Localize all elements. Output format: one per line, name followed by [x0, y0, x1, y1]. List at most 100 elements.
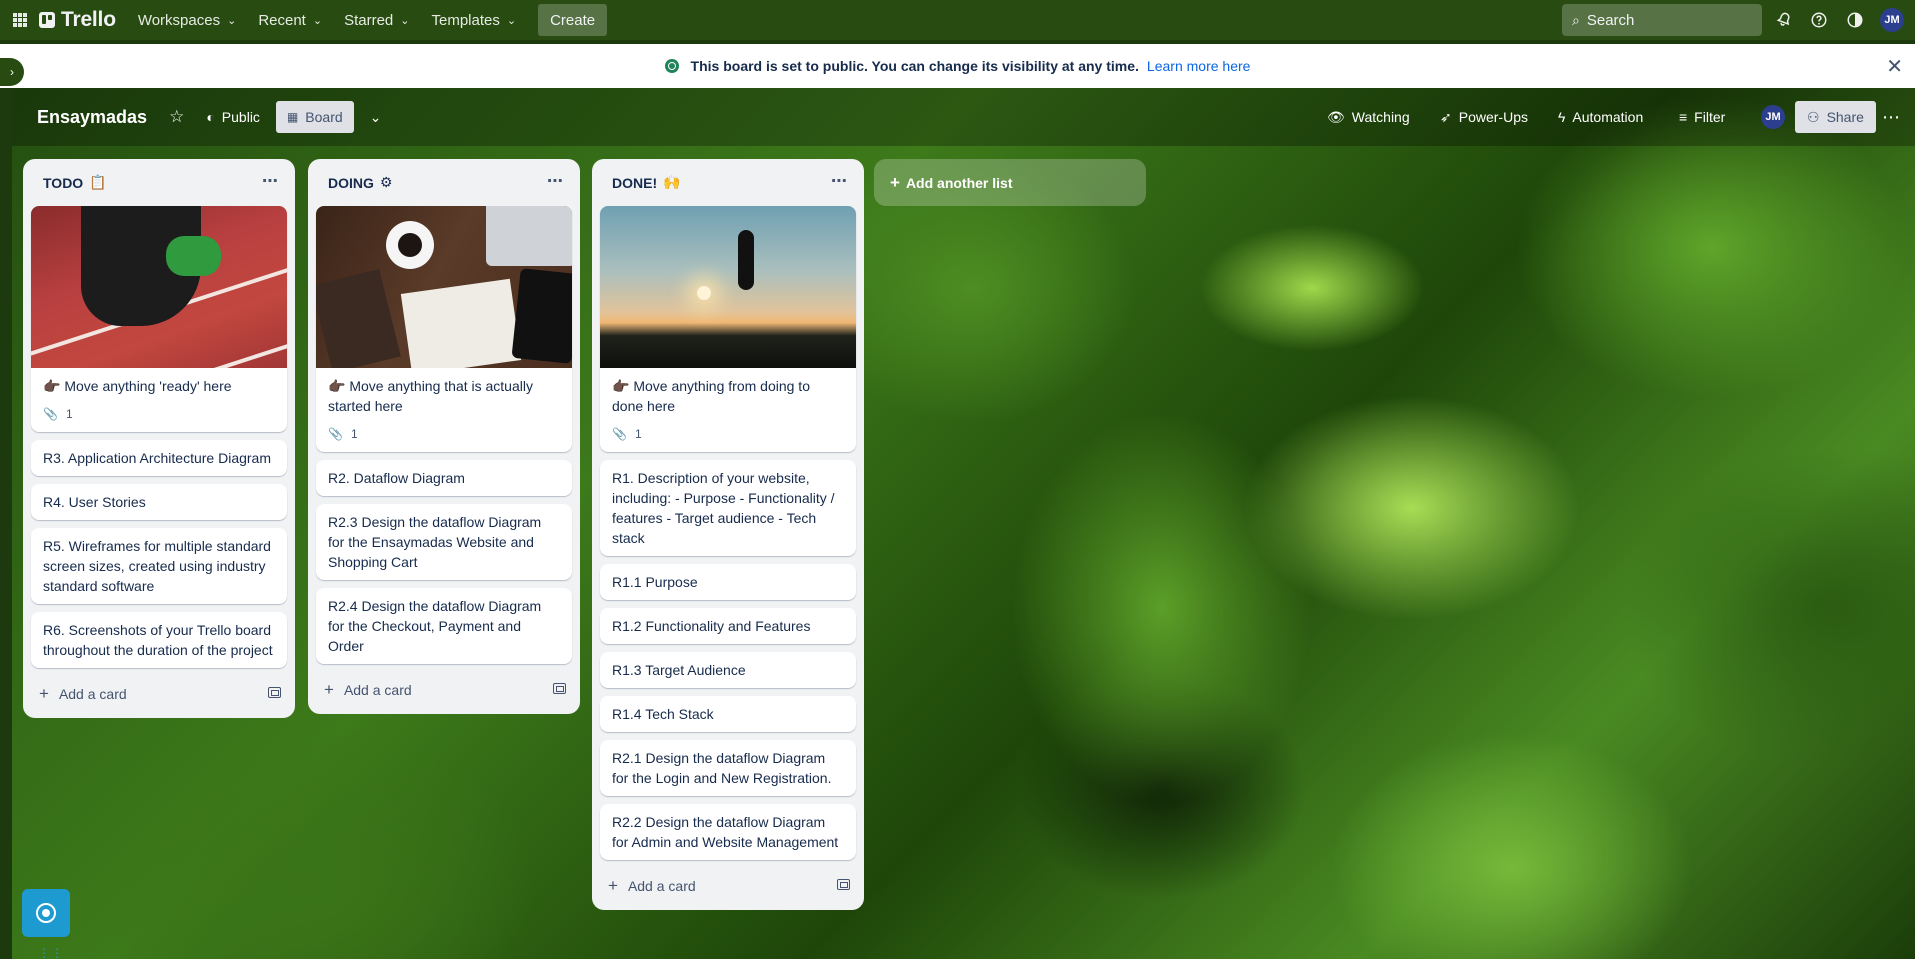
- add-card-button[interactable]: + Add a card: [31, 676, 287, 712]
- rocket-icon: ➶: [1440, 108, 1452, 125]
- attachment-badge: 📎 1: [31, 404, 287, 432]
- card-title: 👉🏿 Move anything 'ready' here: [43, 378, 232, 394]
- list-menu-icon[interactable]: ⋯: [262, 171, 279, 191]
- trello-logo[interactable]: Trello: [39, 8, 116, 32]
- share-button[interactable]: ⚇ Share: [1795, 101, 1876, 133]
- list-card[interactable]: R2. Dataflow Diagram: [316, 460, 572, 496]
- list-card[interactable]: R2.2 Design the dataflow Diagram for Adm…: [600, 804, 856, 860]
- globe-icon: ◐: [206, 109, 215, 125]
- raised-hands-icon: 🙌: [663, 174, 681, 190]
- share-button-wrap: ⚇ Share: [1795, 88, 1876, 146]
- automation-button[interactable]: ϟ Automation: [1558, 88, 1643, 146]
- chevron-down-icon[interactable]: ⌄: [370, 109, 382, 126]
- list-header[interactable]: DONE! 🙌 ⋯: [600, 159, 856, 206]
- help-icon[interactable]: [1810, 0, 1828, 40]
- cover-card[interactable]: 👉🏿 Move anything that is actually starte…: [316, 206, 572, 452]
- cover-card[interactable]: 👉🏿 Move anything from doing to done here…: [600, 206, 856, 452]
- gear-icon: ⚙: [379, 174, 393, 190]
- list-card[interactable]: R4. User Stories: [31, 484, 287, 520]
- search-input[interactable]: ⌕ Search: [1562, 4, 1762, 36]
- eye-icon: 👁: [1327, 108, 1345, 125]
- add-list-button[interactable]: + Add another list: [874, 159, 1146, 206]
- list-header[interactable]: DOING ⚙ ⋯: [316, 159, 572, 206]
- add-card-button[interactable]: + Add a card: [600, 868, 856, 904]
- filter-icon: ≡: [1679, 109, 1688, 125]
- paperclip-icon: 📎: [328, 427, 343, 441]
- apps-grid-icon[interactable]: [13, 13, 27, 27]
- assistant-icon: [36, 903, 56, 923]
- card-cover-image: [31, 206, 287, 368]
- top-header: Trello Workspaces ⌄ Recent ⌄ Starred ⌄ Temp…: [0, 0, 1915, 40]
- board-menu-icon[interactable]: ⋯: [1882, 88, 1900, 146]
- list-card[interactable]: R2.4 Design the dataflow Diagram for the…: [316, 588, 572, 664]
- attachment-badge: 📎 1: [600, 424, 856, 452]
- list-header[interactable]: TODO 📋 ⋯: [31, 159, 287, 206]
- card-title: 👉🏿 Move anything from doing to done here: [612, 378, 810, 414]
- nav-starred[interactable]: Starred ⌄: [344, 12, 409, 29]
- nav-recent[interactable]: Recent ⌄: [258, 12, 322, 29]
- share-icon: ⚇: [1807, 108, 1820, 125]
- star-icon[interactable]: ☆: [169, 107, 184, 127]
- list-card[interactable]: R1.2 Functionality and Features: [600, 608, 856, 644]
- list-card[interactable]: R2.1 Design the dataflow Diagram for the…: [600, 740, 856, 796]
- chevron-down-icon: ⌄: [312, 14, 323, 27]
- board-view-icon: ▦: [286, 110, 299, 124]
- account-avatar[interactable]: JM: [1880, 0, 1904, 40]
- clipboard-icon: 📋: [89, 174, 107, 190]
- list-card[interactable]: R6. Screenshots of your Trello board thr…: [31, 612, 287, 668]
- search-icon: ⌕: [1572, 11, 1580, 28]
- board-view-button[interactable]: ▦ Board: [275, 101, 354, 133]
- board-header: Ensaymadas ☆ ◐ Public ▦ Board ⌄ 👁 Watching …: [12, 88, 1915, 146]
- globe-icon: [664, 59, 679, 73]
- power-ups-button[interactable]: ➶ Power-Ups: [1440, 88, 1528, 146]
- filter-button[interactable]: ≡ Filter: [1679, 88, 1725, 146]
- close-icon[interactable]: ✕: [1886, 54, 1903, 79]
- dots-icon[interactable]: ⋮⋮: [38, 946, 64, 959]
- nav-templates[interactable]: Templates ⌄: [431, 12, 516, 29]
- plus-icon: +: [608, 876, 618, 895]
- lightning-icon: ϟ: [1558, 109, 1566, 125]
- plus-icon: +: [324, 680, 334, 699]
- watching-button[interactable]: 👁 Watching: [1327, 88, 1410, 146]
- notifications-icon[interactable]: [1775, 0, 1793, 40]
- card-title: 👉🏿 Move anything that is actually starte…: [328, 378, 533, 414]
- chevron-down-icon: ⌄: [400, 14, 410, 27]
- paperclip-icon: 📎: [612, 427, 627, 441]
- list-card[interactable]: R1.3 Target Audience: [600, 652, 856, 688]
- banner-message: This board is set to public. You can cha…: [690, 58, 1139, 74]
- list-menu-icon[interactable]: ⋯: [831, 171, 848, 191]
- card-cover-image: [600, 206, 856, 368]
- paperclip-icon: 📎: [43, 407, 58, 421]
- card-template-icon[interactable]: [268, 687, 281, 698]
- plus-icon: +: [890, 172, 900, 192]
- add-card-button[interactable]: + Add a card: [316, 672, 572, 708]
- learn-more-link[interactable]: Learn more here: [1147, 58, 1251, 74]
- card-template-icon[interactable]: [553, 683, 566, 694]
- trello-logo-icon: [39, 12, 55, 28]
- create-button[interactable]: Create: [538, 4, 608, 36]
- list-done: DONE! 🙌 ⋯ 👉🏿 Move anything from doing to…: [592, 159, 864, 910]
- board-member-avatar[interactable]: JM: [1761, 88, 1785, 146]
- board-title[interactable]: Ensaymadas: [37, 107, 147, 128]
- public-board-banner: This board is set to public. You can cha…: [0, 44, 1915, 88]
- visibility-button[interactable]: ◐ Public: [206, 109, 260, 125]
- list-card[interactable]: R2.3 Design the dataflow Diagram for the…: [316, 504, 572, 580]
- assistant-button[interactable]: [22, 889, 70, 937]
- list-card[interactable]: R1.1 Purpose: [600, 564, 856, 600]
- list-card[interactable]: R1.4 Tech Stack: [600, 696, 856, 732]
- list-menu-icon[interactable]: ⋯: [547, 171, 564, 191]
- card-cover-image: [316, 206, 572, 368]
- chevron-down-icon: ⌄: [227, 14, 237, 27]
- list-card[interactable]: R5. Wireframes for multiple standard scr…: [31, 528, 287, 604]
- attachment-badge: 📎 1: [316, 424, 572, 452]
- card-template-icon[interactable]: [837, 879, 850, 890]
- nav-workspaces[interactable]: Workspaces ⌄: [138, 12, 236, 29]
- list-card[interactable]: R3. Application Architecture Diagram: [31, 440, 287, 476]
- list-doing: DOING ⚙ ⋯ 👉🏿 Move anything that is actua…: [308, 159, 580, 714]
- list-card[interactable]: R1. Description of your website, includi…: [600, 460, 856, 556]
- cover-card[interactable]: 👉🏿 Move anything 'ready' here 📎 1: [31, 206, 287, 432]
- chevron-down-icon: ⌄: [506, 14, 517, 27]
- board-canvas: Ensaymadas ☆ ◐ Public ▦ Board ⌄ 👁 Watching …: [12, 88, 1915, 959]
- list-todo: TODO 📋 ⋯ 👉🏿 Move anything 'ready' here 📎…: [23, 159, 295, 718]
- contrast-icon[interactable]: [1846, 0, 1864, 40]
